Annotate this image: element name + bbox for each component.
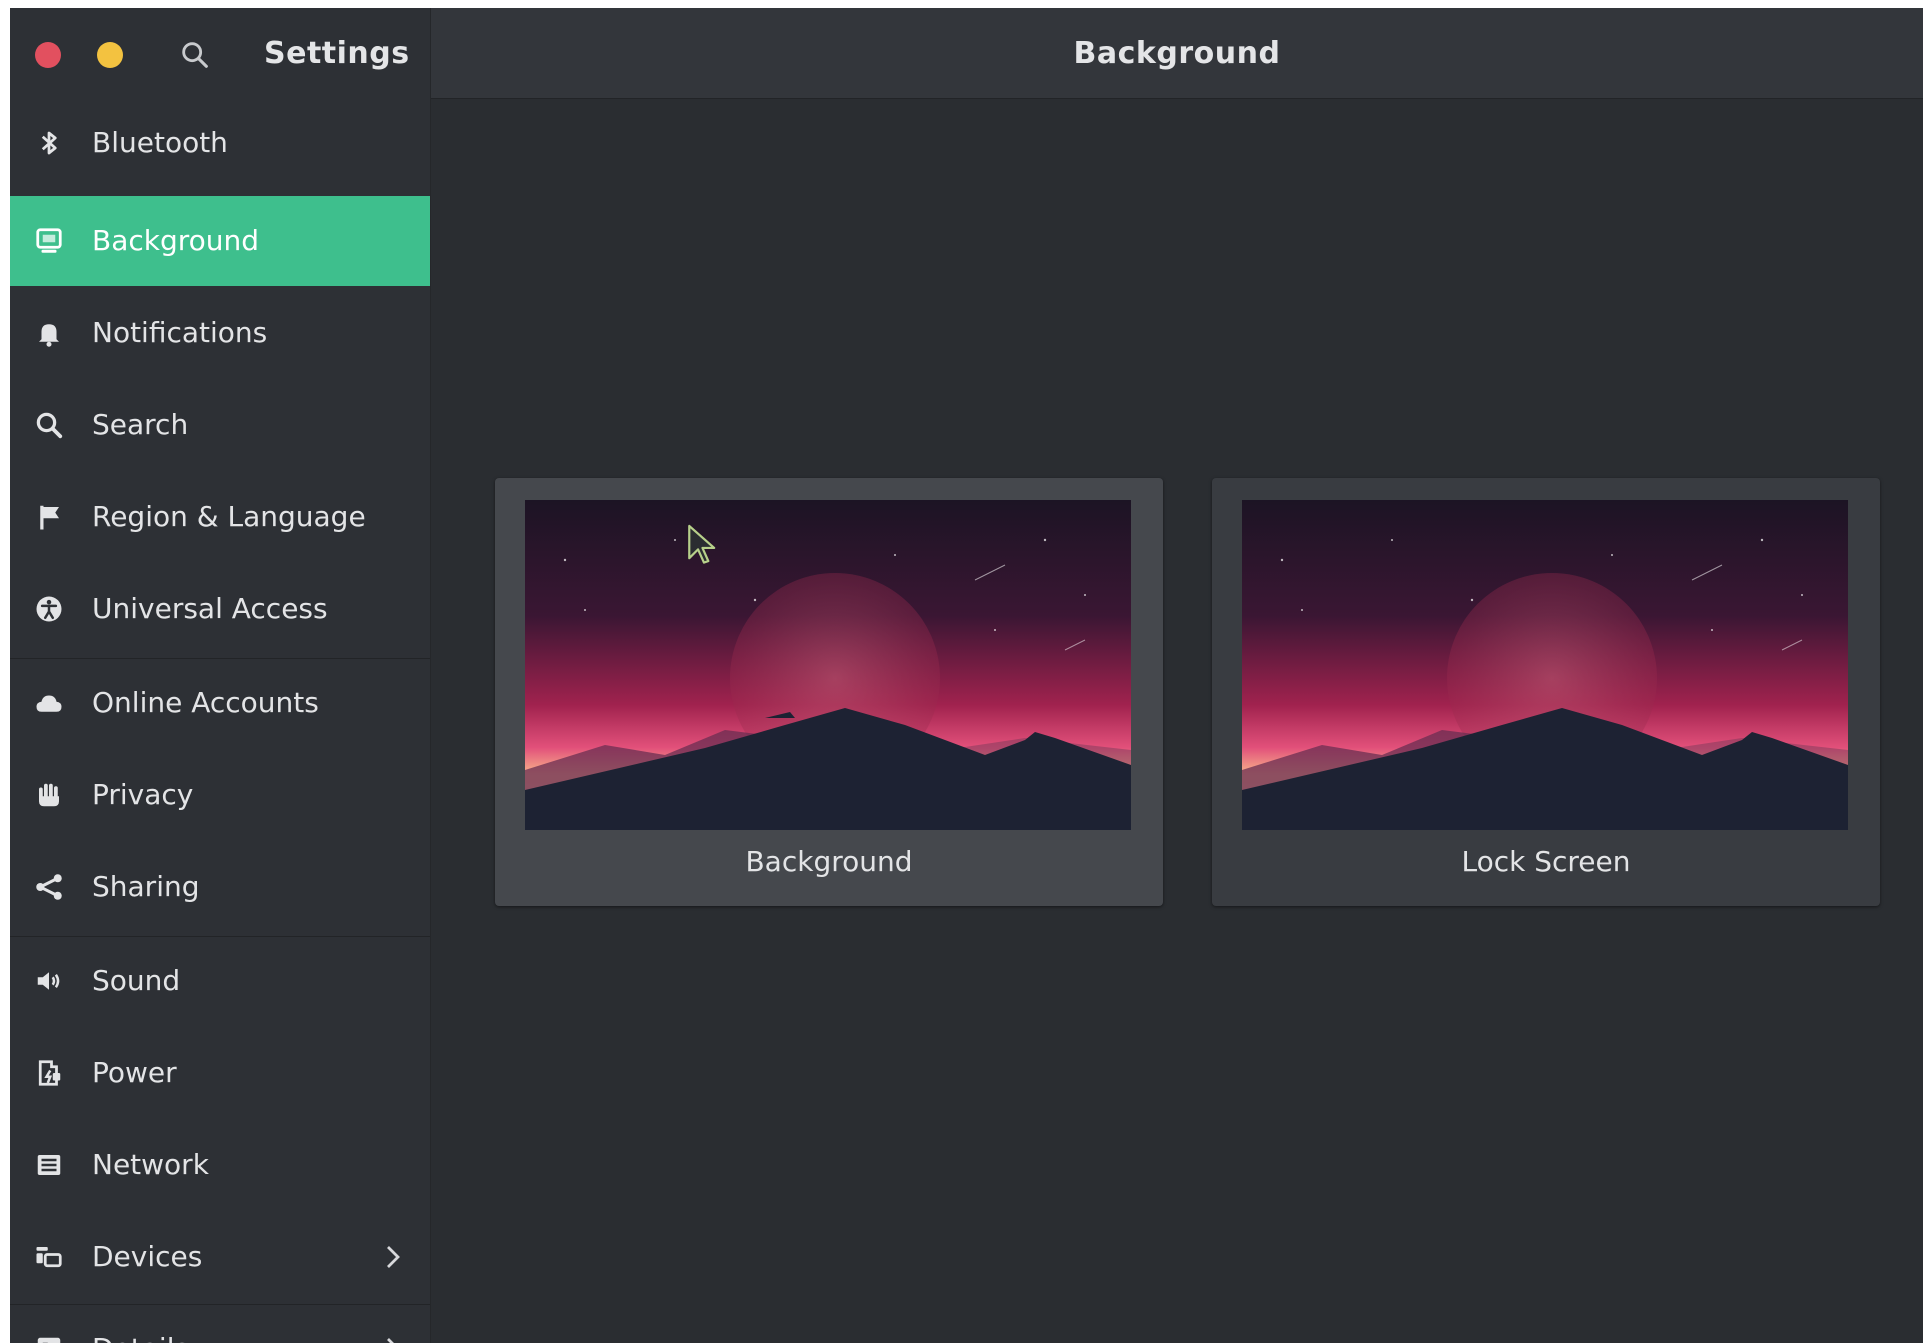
sidebar-item-label: Universal Access [92,592,328,625]
sidebar-item-label: Search [92,408,189,441]
app-title: Settings [264,36,410,71]
sidebar-item-label: Notifications [92,316,268,349]
background-thumbnail [525,500,1131,830]
sidebar-item-background[interactable]: Background [10,196,430,286]
power-icon [38,1060,61,1086]
details-icon [37,1337,61,1343]
sidebar-item-label: Bluetooth [92,126,228,159]
network-icon [37,1155,61,1175]
sidebar-header: Settings [10,8,431,99]
sidebar: Bluetooth Background Notifications Searc… [10,98,431,1343]
lock-screen-thumbnail [1242,500,1848,830]
sidebar-item-region-language[interactable]: Region & Language [10,472,430,562]
card-caption: Background [745,845,913,878]
settings-window: Settings Background Bluetooth Background [10,8,1923,1343]
accessibility-icon [36,596,62,622]
sidebar-item-network[interactable]: Network [10,1120,430,1210]
panel-title: Background [1073,36,1281,71]
bluetooth-icon [41,131,57,155]
sidebar-item-label: Privacy [92,778,194,811]
sidebar-item-sound[interactable]: Sound [10,936,430,1026]
share-icon [36,874,62,900]
header-bar: Settings Background [10,8,1923,99]
flag-icon [40,505,59,530]
cloud-icon [36,695,62,712]
sidebar-item-label: Devices [92,1240,203,1273]
background-card[interactable]: Background [495,478,1163,906]
sidebar-item-universal-access[interactable]: Universal Access [10,564,430,654]
sidebar-item-label: Details [92,1327,189,1343]
chevron-right-icon [387,1338,394,1343]
content-header: Background [431,8,1923,99]
sidebar-item-label: Region & Language [92,500,366,533]
sidebar-item-sharing[interactable]: Sharing [10,842,430,932]
sidebar-item-label: Background [92,224,260,257]
close-button[interactable] [35,42,61,68]
sidebar-item-bluetooth[interactable]: Bluetooth [10,98,430,188]
sidebar-item-search[interactable]: Search [10,380,430,470]
lock-screen-card[interactable]: Lock Screen [1212,478,1880,906]
bell-icon [39,324,59,347]
speaker-icon [37,972,60,990]
search-icon[interactable] [178,38,212,72]
sidebar-item-label: Sound [92,964,181,997]
hand-icon [39,783,59,807]
devices-icon [36,1247,62,1268]
sidebar-item-notifications[interactable]: Notifications [10,288,430,378]
sidebar-item-label: Sharing [92,870,200,903]
sidebar-item-label: Network [92,1148,209,1181]
sidebar-item-power[interactable]: Power [10,1028,430,1118]
background-icon [36,228,62,253]
mouse-cursor [688,524,716,564]
sidebar-item-label: Online Accounts [92,686,319,719]
sidebar-item-devices[interactable]: Devices [10,1212,430,1302]
minimize-button[interactable] [97,42,123,68]
sidebar-item-label: Power [92,1056,177,1089]
search-icon [36,412,63,439]
sidebar-item-privacy[interactable]: Privacy [10,750,430,840]
sidebar-item-online-accounts[interactable]: Online Accounts [10,658,430,748]
card-caption: Lock Screen [1461,845,1631,878]
chevron-right-icon [387,1246,400,1268]
sidebar-item-details[interactable]: Details [10,1304,430,1343]
